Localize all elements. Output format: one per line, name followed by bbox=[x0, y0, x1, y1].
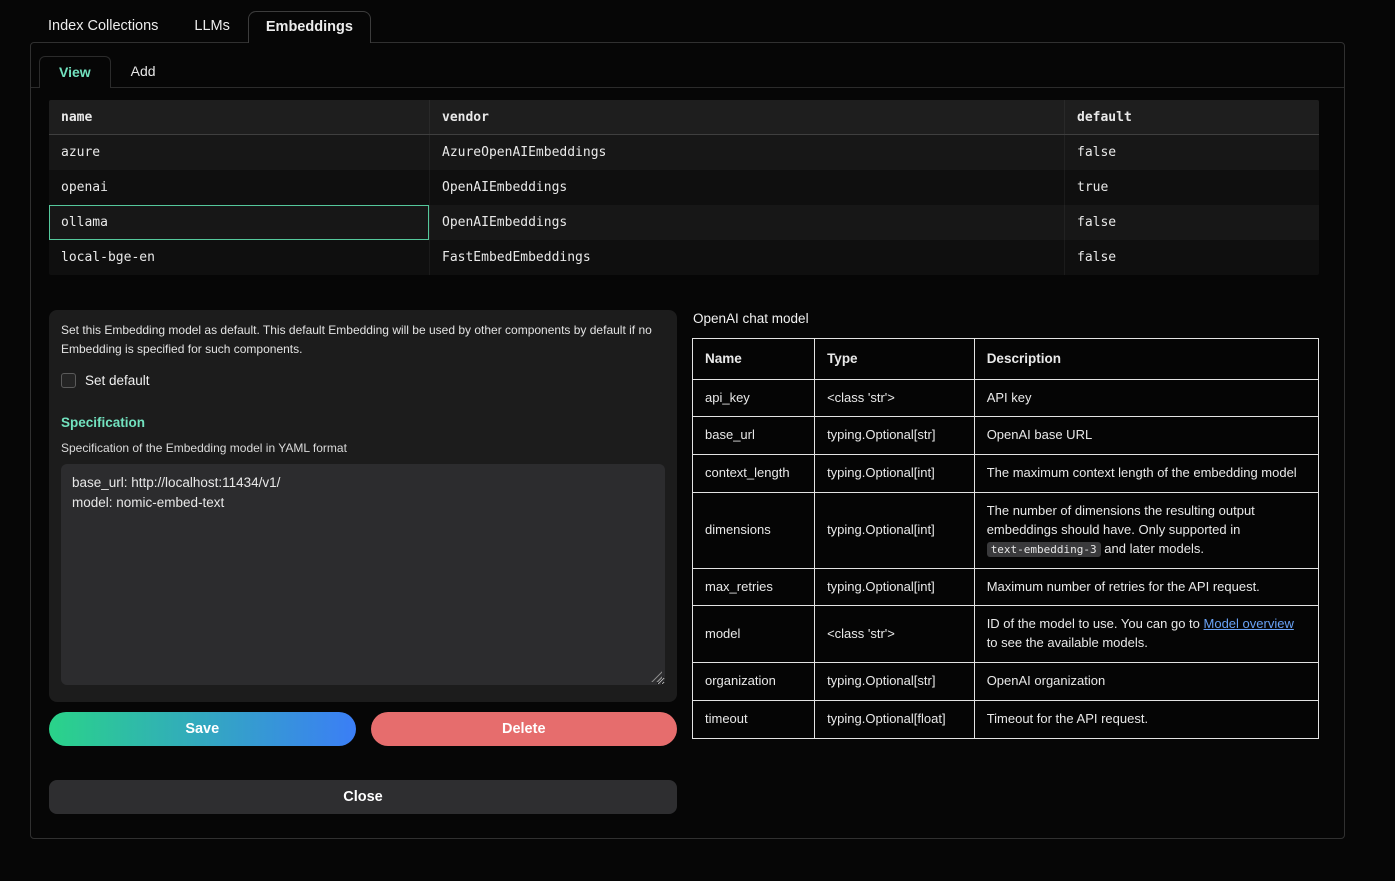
description-text: ID of the model to use. You can go to bbox=[987, 616, 1204, 631]
embeddings-table: name vendor default azure AzureOpenAIEmb… bbox=[49, 100, 1319, 275]
top-tab-embeddings[interactable]: Embeddings bbox=[248, 11, 371, 43]
param-type: typing.Optional[int] bbox=[815, 493, 975, 569]
set-default-label: Set default bbox=[85, 373, 150, 388]
default-help-text: Set this Embedding model as default. Thi… bbox=[61, 321, 665, 358]
param-description: API key bbox=[974, 379, 1318, 417]
param-name: organization bbox=[693, 663, 815, 701]
yaml-editor: base_url: http://localhost:11434/v1/ mod… bbox=[61, 464, 665, 685]
cell-default: false bbox=[1065, 135, 1319, 170]
doc-row: organization typing.Optional[str] OpenAI… bbox=[693, 663, 1319, 701]
yaml-spec-textarea[interactable]: base_url: http://localhost:11434/v1/ mod… bbox=[61, 464, 665, 685]
cell-vendor: OpenAIEmbeddings bbox=[430, 205, 1065, 240]
param-description: OpenAI base URL bbox=[974, 417, 1318, 455]
column-header-default: default bbox=[1065, 100, 1319, 134]
param-description: The number of dimensions the resulting o… bbox=[974, 493, 1318, 569]
cell-vendor: FastEmbedEmbeddings bbox=[430, 240, 1065, 275]
doc-row: base_url typing.Optional[str] OpenAI bas… bbox=[693, 417, 1319, 455]
panel-body: name vendor default azure AzureOpenAIEmb… bbox=[31, 88, 1344, 814]
cell-default: true bbox=[1065, 170, 1319, 205]
cell-name: ollama bbox=[49, 205, 430, 240]
doc-table: Name Type Description api_key <class 'st… bbox=[692, 338, 1319, 739]
description-text: and later models. bbox=[1101, 541, 1204, 556]
table-row[interactable]: openai OpenAIEmbeddings true bbox=[49, 170, 1319, 205]
cell-vendor: OpenAIEmbeddings bbox=[430, 170, 1065, 205]
column-header-vendor: vendor bbox=[430, 100, 1065, 134]
doc-col-name: Name bbox=[693, 339, 815, 380]
lower-section: Set this Embedding model as default. Thi… bbox=[49, 310, 1319, 814]
set-default-checkbox[interactable] bbox=[61, 373, 76, 388]
table-row[interactable]: local-bge-en FastEmbedEmbeddings false bbox=[49, 240, 1319, 275]
inner-tab-bar: View Add bbox=[31, 43, 1344, 88]
table-row-selected[interactable]: ollama OpenAIEmbeddings false bbox=[49, 205, 1319, 240]
doc-col-description: Description bbox=[974, 339, 1318, 380]
table-row[interactable]: azure AzureOpenAIEmbeddings false bbox=[49, 135, 1319, 170]
close-button[interactable]: Close bbox=[49, 780, 677, 814]
doc-row: timeout typing.Optional[float] Timeout f… bbox=[693, 701, 1319, 739]
cell-default: false bbox=[1065, 240, 1319, 275]
param-description: ID of the model to use. You can go to Mo… bbox=[974, 606, 1318, 663]
param-name: dimensions bbox=[693, 493, 815, 569]
param-type: typing.Optional[str] bbox=[815, 663, 975, 701]
save-button[interactable]: Save bbox=[49, 712, 356, 746]
param-type: <class 'str'> bbox=[815, 379, 975, 417]
top-tab-bar: Index Collections LLMs Embeddings bbox=[30, 10, 1345, 42]
cell-vendor: AzureOpenAIEmbeddings bbox=[430, 135, 1065, 170]
doc-row: max_retries typing.Optional[int] Maximum… bbox=[693, 568, 1319, 606]
page: Index Collections LLMs Embeddings View A… bbox=[0, 0, 1395, 881]
cell-name: openai bbox=[49, 170, 430, 205]
param-name: max_retries bbox=[693, 568, 815, 606]
param-name: timeout bbox=[693, 701, 815, 739]
inline-code: text-embedding-3 bbox=[987, 542, 1101, 557]
doc-row: model <class 'str'> ID of the model to u… bbox=[693, 606, 1319, 663]
doc-row: api_key <class 'str'> API key bbox=[693, 379, 1319, 417]
editor-panel: Set this Embedding model as default. Thi… bbox=[49, 310, 677, 702]
param-name: context_length bbox=[693, 455, 815, 493]
param-description: OpenAI organization bbox=[974, 663, 1318, 701]
spec-heading: Specification bbox=[61, 415, 665, 430]
doc-column: OpenAI chat model Name Type Description … bbox=[692, 310, 1319, 814]
editor-column: Set this Embedding model as default. Thi… bbox=[49, 310, 677, 814]
description-text: The number of dimensions the resulting o… bbox=[987, 503, 1255, 537]
param-type: typing.Optional[int] bbox=[815, 455, 975, 493]
cell-name: azure bbox=[49, 135, 430, 170]
param-name: api_key bbox=[693, 379, 815, 417]
embeddings-panel: View Add name vendor default azure Azure… bbox=[30, 42, 1345, 839]
param-name: model bbox=[693, 606, 815, 663]
doc-row: context_length typing.Optional[int] The … bbox=[693, 455, 1319, 493]
doc-col-type: Type bbox=[815, 339, 975, 380]
param-description: The maximum context length of the embedd… bbox=[974, 455, 1318, 493]
cell-name: local-bge-en bbox=[49, 240, 430, 275]
tab-add[interactable]: Add bbox=[111, 55, 176, 87]
cell-default: false bbox=[1065, 205, 1319, 240]
spec-help-text: Specification of the Embedding model in … bbox=[61, 441, 665, 455]
top-tab-index-collections[interactable]: Index Collections bbox=[30, 10, 176, 42]
param-type: typing.Optional[str] bbox=[815, 417, 975, 455]
param-description: Timeout for the API request. bbox=[974, 701, 1318, 739]
delete-button[interactable]: Delete bbox=[371, 712, 678, 746]
param-type: typing.Optional[float] bbox=[815, 701, 975, 739]
param-type: typing.Optional[int] bbox=[815, 568, 975, 606]
doc-row: dimensions typing.Optional[int] The numb… bbox=[693, 493, 1319, 569]
description-text: to see the available models. bbox=[987, 635, 1148, 650]
doc-panel-title: OpenAI chat model bbox=[693, 311, 1319, 326]
set-default-row: Set default bbox=[61, 373, 665, 388]
param-description: Maximum number of retries for the API re… bbox=[974, 568, 1318, 606]
top-tab-llms[interactable]: LLMs bbox=[176, 10, 247, 42]
doc-header-row: Name Type Description bbox=[693, 339, 1319, 380]
tab-view[interactable]: View bbox=[39, 56, 111, 88]
model-overview-link[interactable]: Model overview bbox=[1204, 616, 1294, 631]
param-type: <class 'str'> bbox=[815, 606, 975, 663]
column-header-name: name bbox=[49, 100, 430, 134]
embeddings-table-header: name vendor default bbox=[49, 100, 1319, 135]
button-row: Save Delete bbox=[49, 712, 677, 746]
param-name: base_url bbox=[693, 417, 815, 455]
